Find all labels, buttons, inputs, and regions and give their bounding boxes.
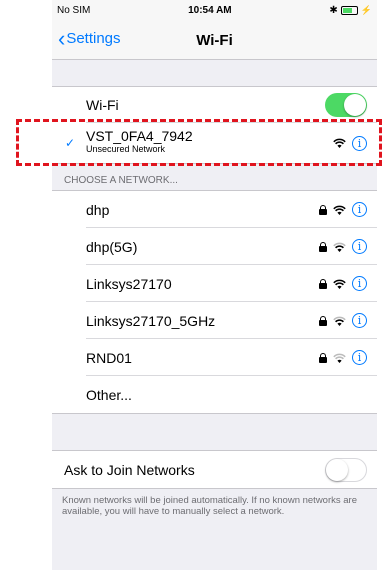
wifi-toggle-row: Wi-Fi [52,87,377,123]
lock-icon [319,204,327,215]
charging-icon: ⚡ [360,4,372,15]
other-network-row[interactable]: Other... [52,376,377,413]
network-row[interactable]: Linksys27170 i [52,265,377,302]
wifi-signal-icon [333,205,346,215]
wifi-label: Wi-Fi [86,97,119,113]
connected-text: VST_0FA4_7942 Unsecured Network [86,128,193,154]
network-list: dhp i dhp(5G) i Linksys27170 i Linksys27… [52,190,377,414]
bluetooth-icon: ✱ [329,4,338,16]
clock: 10:54 AM [188,4,232,16]
network-row[interactable]: Linksys27170_5GHz i [52,302,377,339]
network-name: RND01 [86,349,132,366]
ask-join-label: Ask to Join Networks [64,461,195,478]
toggle-knob [326,458,348,481]
network-name: dhp(5G) [86,238,138,255]
lock-icon [319,315,327,326]
ask-join-toggle[interactable] [325,457,367,482]
network-name: Linksys27170 [86,275,172,292]
network-name: Linksys27170_5GHz [86,312,216,329]
wifi-signal-icon [333,242,346,252]
wifi-toggle[interactable] [325,93,367,117]
status-right: ✱ ⚡ [329,5,372,16]
nav-bar: ‹ Settings Wi-Fi [52,20,377,60]
toggle-knob [344,94,366,116]
wifi-signal-icon [333,316,346,326]
status-bar: No SIM 10:54 AM ✱ ⚡ [52,0,377,20]
network-row[interactable]: RND01 i [52,339,377,376]
connected-subtitle: Unsecured Network [86,144,166,154]
ask-join-row: Ask to Join Networks [52,451,377,488]
info-icon[interactable]: i [352,135,367,151]
choose-network-header: CHOOSE A NETWORK... [64,175,178,186]
connected-ssid: VST_0FA4_7942 [86,128,193,144]
info-icon[interactable]: i [352,276,367,291]
network-row[interactable]: dhp(5G) i [52,228,377,265]
wifi-signal-icon [333,279,346,289]
phone-screen: No SIM 10:54 AM ✱ ⚡ ‹ Settings Wi-Fi Wi-… [52,0,377,570]
lock-icon [319,352,327,363]
connected-network-row[interactable]: ✓ VST_0FA4_7942 Unsecured Network i [52,123,377,163]
lock-icon [319,278,327,289]
ask-join-group: Ask to Join Networks [52,450,377,489]
connected-right: i [333,135,367,151]
page-title: Wi-Fi [196,32,233,49]
other-label: Other... [86,386,132,403]
info-icon[interactable]: i [352,350,367,365]
info-icon[interactable]: i [352,202,367,217]
info-icon[interactable]: i [352,239,367,254]
network-row[interactable]: dhp i [52,191,377,228]
checkmark-icon: ✓ [65,136,76,150]
network-name: dhp [86,201,110,218]
carrier-label: No SIM [57,4,91,16]
wifi-signal-icon [333,353,346,363]
wifi-signal-icon [333,138,346,148]
ask-join-footer: Known networks will be joined automatica… [62,495,357,517]
battery-icon [340,5,358,15]
info-icon[interactable]: i [352,313,367,328]
lock-icon [319,241,327,252]
wifi-group: Wi-Fi ✓ VST_0FA4_7942 Unsecured Network … [52,86,377,164]
